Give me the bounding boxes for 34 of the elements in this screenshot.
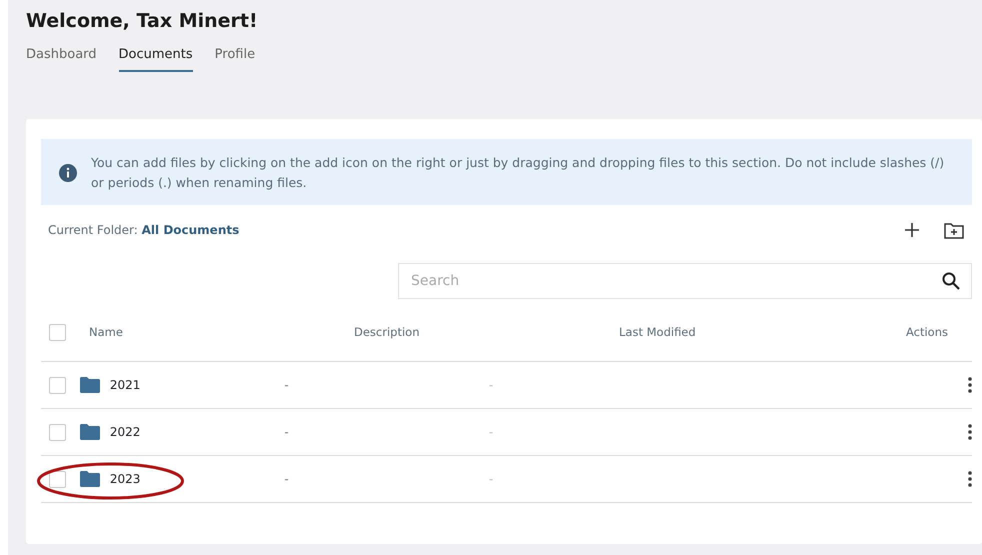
table-cell: -	[488, 378, 494, 392]
tab[interactable]: Documents	[118, 40, 193, 72]
folder-name[interactable]: 2023	[110, 470, 140, 488]
column-header: Description	[354, 324, 420, 339]
folder-name[interactable]: 2021	[110, 376, 140, 394]
current-folder-text: Current Folder: All Documents	[48, 222, 240, 240]
checkbox[interactable]	[49, 424, 66, 441]
page-title: Welcome, Tax Minert!	[26, 10, 259, 33]
folder-icon	[80, 377, 100, 394]
folder-icon	[80, 424, 100, 440]
info-text: You can add files by clicking on the add icon on the right or just by dragging and dropping files to this section. Do not include slashes (/) or periods (.) when renaming files.	[91, 154, 946, 192]
column-header: Last Modified	[619, 324, 696, 339]
add-icon[interactable]	[904, 222, 920, 238]
table-cell: -	[488, 472, 494, 486]
table-cell: -	[284, 378, 289, 392]
folder-plus-icon[interactable]	[944, 222, 964, 239]
checkbox[interactable]	[49, 376, 66, 394]
checkbox[interactable]	[49, 324, 66, 341]
search-icon[interactable]	[942, 272, 960, 290]
search-field[interactable]: Search	[398, 263, 972, 300]
column-header: Actions	[906, 324, 948, 339]
folder-name[interactable]: 2022	[110, 423, 140, 442]
tab[interactable]: Profile	[214, 40, 256, 72]
more-icon[interactable]	[968, 424, 972, 440]
table-cell: -	[284, 472, 289, 486]
more-icon[interactable]	[968, 377, 972, 394]
table-cell: -	[488, 425, 494, 440]
column-header: Name	[89, 324, 123, 339]
more-icon[interactable]	[968, 471, 972, 488]
tab[interactable]: Dashboard	[26, 40, 97, 72]
folder-icon	[80, 471, 100, 488]
info-icon	[59, 164, 77, 182]
table-cell: -	[284, 425, 289, 440]
checkbox[interactable]	[49, 470, 66, 488]
